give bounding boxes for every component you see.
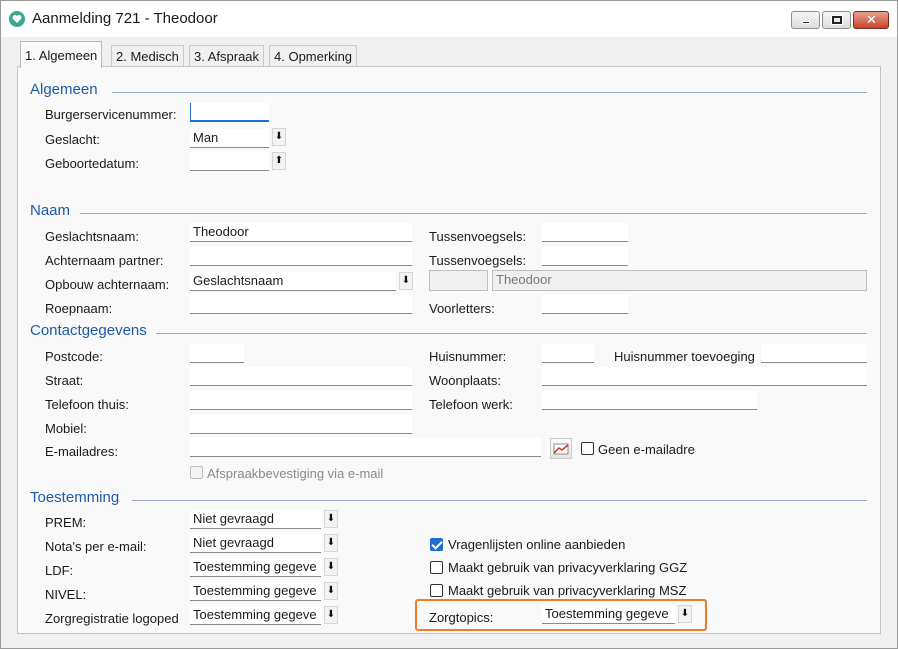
tussenvoegsels-field[interactable] <box>542 223 628 242</box>
section-algemeen-title: Algemeen <box>30 81 98 98</box>
email-label: E-mailadres: <box>45 444 118 459</box>
minimize-button[interactable] <box>791 11 820 29</box>
voorletters-label: Voorletters: <box>429 301 495 316</box>
tab-panel: Algemeen Burgerservicenummer: Geslacht: … <box>17 66 881 634</box>
woonplaats-label: Woonplaats: <box>429 373 502 388</box>
straat-field[interactable] <box>190 367 412 386</box>
dropdown-icon[interactable]: ⬇ <box>324 558 338 576</box>
postcode-label: Postcode: <box>45 349 103 364</box>
roepnaam-field[interactable] <box>190 295 412 314</box>
zorgtopics-label: Zorgtopics: <box>429 610 494 625</box>
maximize-button[interactable] <box>822 11 851 29</box>
section-contact-title: Contactgegevens <box>30 322 147 339</box>
straat-label: Straat: <box>45 373 84 388</box>
tussenvoegsels-label: Tussenvoegsels: <box>429 229 527 244</box>
maximize-icon <box>832 16 842 24</box>
achternaam-partner-label: Achternaam partner: <box>45 253 164 268</box>
notas-label: Nota's per e-mail: <box>45 539 147 554</box>
section-divider <box>112 92 867 93</box>
prem-label: PREM: <box>45 515 87 530</box>
email-field[interactable] <box>190 438 541 457</box>
privacy-msz-checkbox[interactable] <box>430 584 443 597</box>
zorgregistratie-select[interactable]: Toestemming gegeve <box>190 606 321 625</box>
prem-select[interactable]: Niet gevraagd <box>190 510 321 529</box>
zorgregistratie-label: Zorgregistratie logoped <box>45 611 179 626</box>
heart-chat-icon <box>9 11 25 27</box>
geen-email-checkbox[interactable] <box>581 442 594 455</box>
postcode-field[interactable] <box>190 344 244 363</box>
window: Aanmelding 721 - Theodoor ✕ 1. Algemeen … <box>0 0 898 649</box>
privacy-msz-label: Maakt gebruik van privacyverklaring MSZ <box>448 583 687 598</box>
geslachtsnaam-label: Geslachtsnaam: <box>45 229 139 244</box>
dropdown-icon[interactable]: ⬇ <box>399 272 413 290</box>
ldf-label: LDF: <box>45 563 74 578</box>
window-title: Aanmelding 721 - Theodoor <box>32 10 218 27</box>
dropdown-icon[interactable]: ⬇ <box>324 534 338 552</box>
vragenlijsten-checkbox[interactable] <box>430 538 443 551</box>
huisnummer-label: Huisnummer: <box>429 349 507 364</box>
section-toestemming-title: Toestemming <box>30 489 120 506</box>
dropdown-icon[interactable]: ⬇ <box>678 605 692 623</box>
tab-opmerking[interactable]: 4. Opmerking <box>269 45 358 67</box>
dropup-icon[interactable]: ⬆ <box>272 152 286 170</box>
tab-algemeen[interactable]: 1. Algemeen <box>20 41 103 68</box>
close-button[interactable]: ✕ <box>853 11 889 29</box>
huisnummer-toevoeging-field[interactable] <box>761 344 867 363</box>
dropdown-icon[interactable]: ⬇ <box>324 582 338 600</box>
afspraakbevestiging-label: Afspraakbevestiging via e-mail <box>207 466 384 481</box>
opbouw-achternaam-select[interactable]: Geslachtsnaam <box>190 272 396 291</box>
opbouw-achternaam-label: Opbouw achternaam: <box>45 277 170 292</box>
voorletters-field[interactable] <box>542 295 628 314</box>
nivel-label: NIVEL: <box>45 587 87 602</box>
privacy-ggz-checkbox[interactable] <box>430 561 443 574</box>
geen-email-label: Geen e-mailadre <box>598 442 695 457</box>
huisnummer-field[interactable] <box>542 344 594 363</box>
privacy-ggz-label: Maakt gebruik van privacyverklaring GGZ <box>448 560 688 575</box>
tab-medisch[interactable]: 2. Medisch <box>111 45 184 67</box>
mobiel-field[interactable] <box>190 415 412 434</box>
bsn-field[interactable] <box>190 103 269 122</box>
tussenvoegsels-partner-label: Tussenvoegsels: <box>429 253 527 268</box>
geboortedatum-field[interactable] <box>190 152 269 171</box>
geslachtsnaam-field[interactable]: Theodoor <box>190 223 412 242</box>
roepnaam-label: Roepnaam: <box>45 301 113 316</box>
section-divider <box>80 213 867 214</box>
huisnummer-toevoeging-label: Huisnummer toevoeging <box>614 349 755 364</box>
telefoon-werk-label: Telefoon werk: <box>429 397 513 412</box>
ldf-select[interactable]: Toestemming gegeve <box>190 558 321 577</box>
achternaam-partner-field[interactable] <box>190 247 412 266</box>
minimize-icon <box>802 21 810 24</box>
vragenlijsten-label: Vragenlijsten online aanbieden <box>448 537 626 552</box>
section-divider <box>156 333 867 334</box>
geslacht-label: Geslacht: <box>45 132 100 147</box>
mobiel-label: Mobiel: <box>45 421 87 436</box>
tussenvoegsels-partner-field[interactable] <box>542 247 628 266</box>
notas-select[interactable]: Niet gevraagd <box>190 534 321 553</box>
close-icon: ✕ <box>866 13 877 28</box>
tab-afspraak[interactable]: 3. Afspraak <box>189 45 265 67</box>
telefoon-thuis-label: Telefoon thuis: <box>45 397 129 412</box>
dropdown-icon[interactable]: ⬇ <box>324 510 338 528</box>
mail-edit-button[interactable] <box>550 438 572 459</box>
title-bar: Aanmelding 721 - Theodoor ✕ <box>1 1 897 37</box>
woonplaats-field[interactable] <box>542 367 867 386</box>
dropdown-icon[interactable]: ⬇ <box>272 128 286 146</box>
afspraakbevestiging-checkbox[interactable] <box>190 466 203 479</box>
nivel-select[interactable]: Toestemming gegeve <box>190 582 321 601</box>
zorgtopics-select[interactable]: Toestemming gegeve <box>542 605 675 624</box>
section-divider <box>132 500 867 501</box>
geboortedatum-label: Geboortedatum: <box>45 156 139 171</box>
geslacht-select[interactable]: Man <box>190 129 269 148</box>
bsn-label: Burgerservicenummer: <box>45 107 177 122</box>
dropdown-icon[interactable]: ⬇ <box>324 606 338 624</box>
section-naam-title: Naam <box>30 202 71 219</box>
telefoon-thuis-field[interactable] <box>190 391 412 410</box>
telefoon-werk-field[interactable] <box>542 391 757 410</box>
name-preview: Theodoor <box>492 270 867 291</box>
mail-edit-icon <box>553 443 569 455</box>
name-prefix-preview <box>429 270 488 291</box>
